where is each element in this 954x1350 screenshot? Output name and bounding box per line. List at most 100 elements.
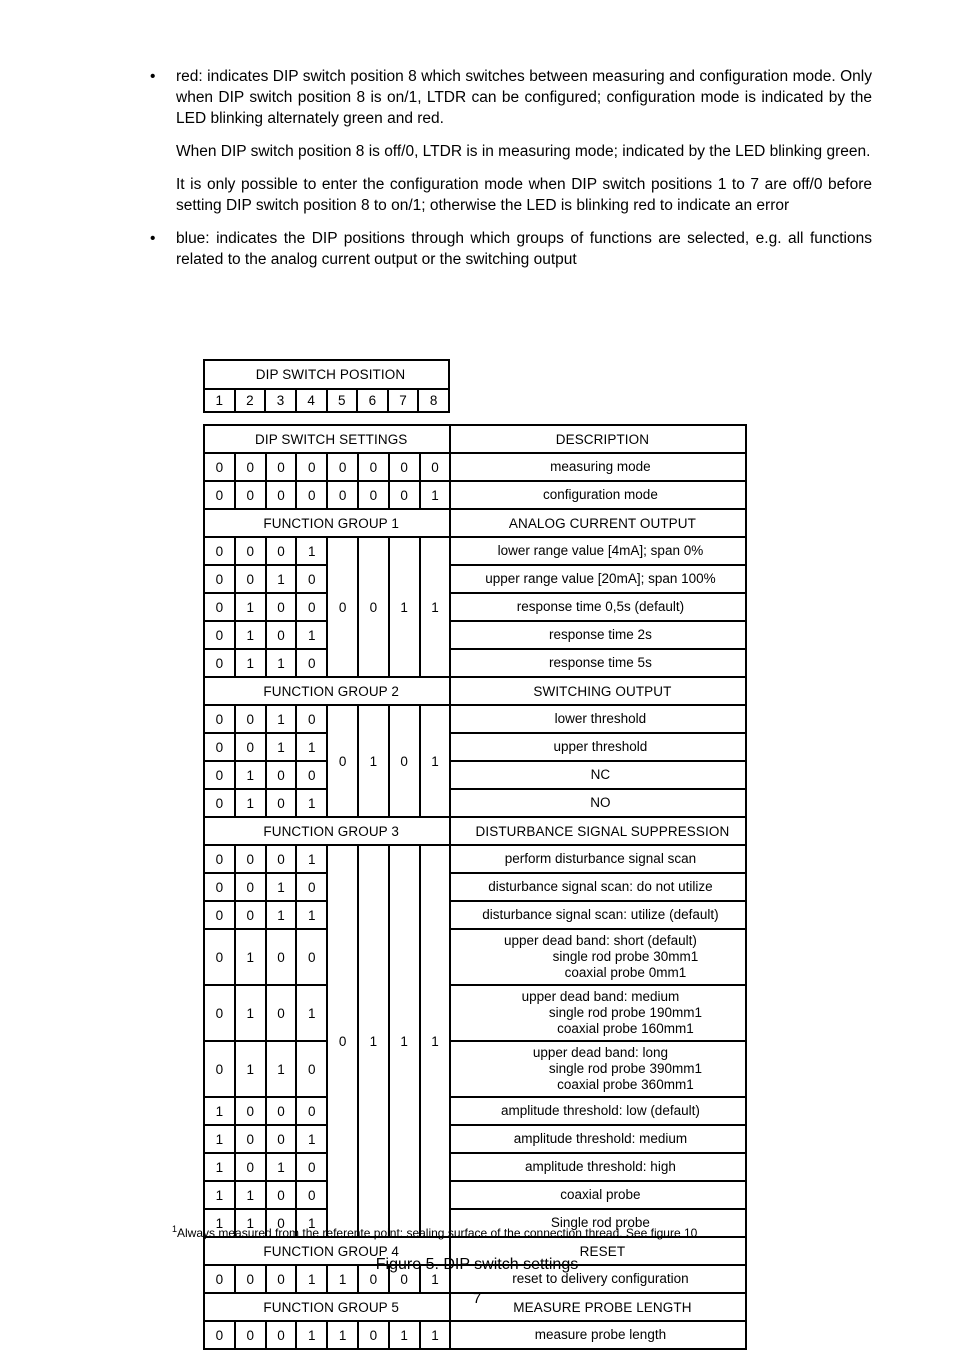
bit-cell-5: 0 — [326, 844, 359, 1238]
settings-description: amplitude threshold: low (default) — [449, 1096, 748, 1126]
settings-row: 1 0 1 0 amplitude threshold: high — [203, 1152, 748, 1182]
paragraph-config-entry: It is only possible to enter the configu… — [176, 176, 872, 214]
bit-cell-2: 1 — [233, 648, 267, 678]
bit-cell-6: 0 — [356, 1320, 390, 1350]
bit-cell-3: 1 — [264, 1152, 298, 1182]
bit-cell-1: 0 — [203, 564, 236, 594]
bit-cell-4: 0 — [295, 1180, 329, 1210]
bit-cell-3: 0 — [264, 760, 298, 790]
bit-cell-8: 1 — [418, 480, 452, 510]
bit-cell-4: 1 — [295, 984, 329, 1042]
bit-cell-3: 0 — [264, 1124, 298, 1154]
bit-cell-4: 1 — [295, 1320, 329, 1350]
dip-position-4: 4 — [294, 388, 328, 413]
bit-cell-3: 0 — [264, 788, 298, 818]
function-group-label: FUNCTION GROUP 1 — [202, 508, 452, 538]
settings-description: perform disturbance signal scan — [449, 844, 748, 874]
settings-row: 0 0 1 1 disturbance signal scan: utilize (de… — [203, 900, 748, 930]
bit-cell-2: 1 — [233, 788, 267, 818]
settings-header-left: DIP SWITCH SETTINGS — [202, 424, 452, 454]
settings-description: response time 5s — [449, 648, 748, 678]
bit-cell-5: 1 — [326, 1320, 359, 1350]
bit-cell-8: 1 — [418, 1320, 452, 1350]
settings-row: 0 0 1 0 disturbance signal scan: do not util… — [203, 872, 748, 902]
bit-cell-4: 0 — [295, 564, 329, 594]
bit-cell-2: 0 — [233, 564, 267, 594]
bit-cell-2: 0 — [233, 844, 267, 874]
settings-row: 0 0 1 0 upper range value [20mA]; span 100% — [203, 564, 748, 594]
bit-cell-3: 1 — [264, 564, 298, 594]
bit-cell-3: 0 — [264, 592, 298, 622]
bit-cell-4: 1 — [295, 620, 329, 650]
bit-cell-1: 0 — [203, 760, 236, 790]
bullet-item-blue: • blue: indicates the DIP positions thro… — [142, 228, 872, 270]
settings-row: 0 1 0 1 NO — [203, 788, 748, 818]
dip-position-2: 2 — [233, 388, 267, 413]
dip-position-3: 3 — [264, 388, 297, 413]
bit-cell-4: 0 — [295, 704, 329, 734]
settings-description: NC — [449, 760, 748, 790]
bit-cell-1: 0 — [203, 900, 236, 930]
bit-cell-4: 1 — [295, 732, 329, 762]
bit-cell-6: 0 — [356, 536, 390, 678]
function-group-header-row: FUNCTION GROUP 1 ANALOG CURRENT OUTPUT — [202, 508, 748, 538]
settings-row: 0 1 0 1 response time 2s — [203, 620, 748, 650]
bit-cell-2: 1 — [233, 760, 267, 790]
bit-cell-2: 0 — [233, 872, 267, 902]
function-group-header-row: FUNCTION GROUP 3 DISTURBANCE SIGNAL SUPPR… — [202, 816, 748, 846]
settings-description: NO — [449, 788, 748, 818]
document-page: • red: indicates DIP switch position 8 w… — [0, 0, 954, 1350]
settings-description: upper dead band: long single rod probe 39… — [449, 1040, 748, 1098]
footnote-text: Always measured from the referente point… — [177, 1226, 698, 1240]
bit-cell-3: 0 — [264, 984, 298, 1042]
bit-cell-8: 1 — [418, 844, 452, 1238]
bit-cell-6: 1 — [356, 704, 390, 818]
bit-cell-4: 1 — [295, 844, 329, 874]
bit-cell-3: 0 — [264, 1320, 298, 1350]
bit-cell-4: 0 — [295, 452, 329, 482]
settings-mode-row: 0 0 0 0 0 0 0 1 configuration mode — [203, 480, 748, 510]
bit-cell-7: 1 — [387, 1320, 421, 1350]
bit-cell-1: 0 — [203, 732, 236, 762]
settings-description: measuring mode — [449, 452, 748, 482]
dip-position-number-row: 12345678 — [203, 388, 450, 413]
bit-cell-1: 0 — [203, 452, 236, 482]
bit-cell-1: 0 — [203, 704, 236, 734]
dip-position-7: 7 — [386, 388, 420, 413]
bit-cell-3: 1 — [264, 648, 298, 678]
bit-cell-4: 1 — [295, 536, 329, 566]
bit-cell-5: 0 — [326, 704, 359, 818]
settings-row: 0 1 0 0 upper dead band: short (default) sing… — [203, 928, 748, 986]
bit-cell-3: 0 — [264, 452, 298, 482]
bit-cell-7: 1 — [387, 844, 421, 1238]
bit-cell-3: 0 — [264, 928, 298, 986]
settings-row: 0 0 0 1 1 0 1 1 measure probe length — [203, 1320, 748, 1350]
body-text: • red: indicates DIP switch position 8 w… — [142, 66, 872, 270]
settings-row: 0 0 0 1 0 0 1 1 lower range value [4mA]; span 0% — [203, 536, 748, 678]
bit-cell-1: 0 — [203, 480, 236, 510]
settings-mode-row: 0 0 0 0 0 0 0 0 measuring mode — [203, 452, 748, 482]
settings-description: lower threshold — [449, 704, 748, 734]
bit-cell-3: 0 — [264, 844, 298, 874]
settings-header-row: DIP SWITCH SETTINGS DESCRIPTION — [202, 424, 748, 454]
description-main: upper dead band: short (default) — [503, 933, 697, 948]
bit-cell-4: 1 — [295, 900, 329, 930]
bit-cell-2: 0 — [233, 536, 267, 566]
bit-cell-6: 0 — [356, 452, 390, 482]
description-sub-line: single rod probe 390mm1 — [548, 1061, 702, 1076]
settings-description: coaxial probe — [449, 1180, 748, 1210]
bit-cell-2: 0 — [233, 732, 267, 762]
settings-description: configuration mode — [449, 480, 748, 510]
bit-cell-2: 0 — [233, 704, 267, 734]
description-sub-line: coaxial probe 160mm1 — [557, 1021, 694, 1036]
dip-position-title: DIP SWITCH POSITION — [203, 359, 450, 390]
settings-description: disturbance signal scan: utilize (defaul… — [449, 900, 748, 930]
figure-caption: Figure 5. DIP switch settings — [375, 1256, 579, 1273]
settings-row: 0 0 0 1 0 1 1 1 perform disturbance signal scan — [203, 844, 748, 1238]
bullet-marker: • — [150, 68, 156, 85]
bit-cell-1: 0 — [203, 844, 236, 874]
description-sub-line: coaxial probe 0mm1 — [564, 965, 687, 980]
settings-description: measure probe length — [449, 1320, 748, 1350]
settings-row: 0 1 1 0 response time 5s — [203, 648, 748, 678]
bit-cell-4: 0 — [295, 648, 329, 678]
